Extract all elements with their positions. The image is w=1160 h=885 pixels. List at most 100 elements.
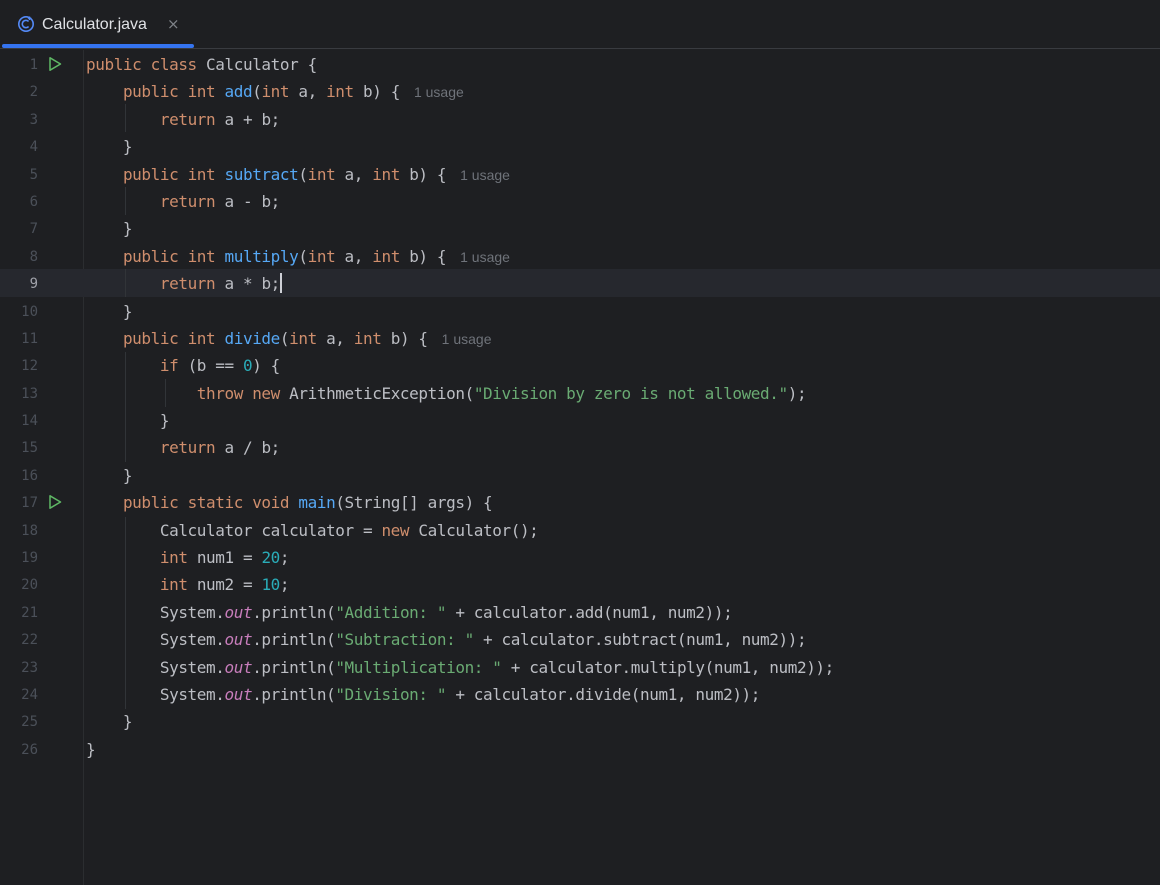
- code-line[interactable]: 9 return a * b;: [0, 270, 1160, 297]
- code-text[interactable]: public class Calculator {: [86, 54, 317, 76]
- text-caret: [279, 273, 282, 294]
- code-text[interactable]: System.out.println("Multiplication: " + …: [86, 657, 834, 679]
- token-num: 20: [261, 548, 280, 568]
- code-text[interactable]: int num2 = 10;: [86, 574, 290, 596]
- token: System.: [86, 657, 225, 677]
- code-text[interactable]: System.out.println("Subtraction: " + cal…: [86, 629, 807, 651]
- token: (: [298, 164, 308, 184]
- token-str: "Multiplication: ": [335, 657, 502, 677]
- token-num: 10: [261, 575, 280, 595]
- code-line[interactable]: 24 System.out.println("Division: " + cal…: [0, 681, 1160, 708]
- code-text[interactable]: return a + b;: [86, 109, 280, 131]
- token-num: 0: [242, 356, 253, 376]
- code-line[interactable]: 3 return a + b;: [0, 106, 1160, 133]
- token: num1 =: [196, 548, 262, 568]
- code-line[interactable]: 11 public int divide(int a, int b) {1 us…: [0, 325, 1160, 352]
- close-icon[interactable]: ×: [167, 14, 180, 34]
- code-text[interactable]: int num1 = 20;: [86, 547, 290, 569]
- usage-inlay-hint[interactable]: 1 usage: [442, 331, 492, 347]
- line-number: 11: [21, 330, 38, 347]
- token-stat: out: [224, 630, 253, 650]
- usage-inlay-hint[interactable]: 1 usage: [460, 249, 510, 265]
- code-text[interactable]: public int add(int a, int b) {1 usage: [86, 81, 464, 103]
- code-line[interactable]: 16 }: [0, 462, 1160, 489]
- line-number: 19: [21, 550, 38, 567]
- code-text[interactable]: return a - b;: [86, 191, 280, 213]
- code-line[interactable]: 8 public int multiply(int a, int b) {1 u…: [0, 243, 1160, 270]
- code-line[interactable]: 25 }: [0, 708, 1160, 735]
- code-text[interactable]: public int subtract(int a, int b) {1 usa…: [86, 164, 510, 186]
- code-line[interactable]: 26}: [0, 736, 1160, 763]
- token: }: [86, 411, 170, 431]
- code-line[interactable]: 18 Calculator calculator = new Calculato…: [0, 517, 1160, 544]
- token: .println(: [252, 602, 336, 622]
- usage-inlay-hint[interactable]: 1 usage: [460, 167, 510, 183]
- token-fn: subtract: [224, 164, 299, 184]
- code-line[interactable]: 17 public static void main(String[] args…: [0, 489, 1160, 516]
- token-str: "Division by zero is not allowed.": [473, 383, 788, 403]
- token: System.: [86, 684, 225, 704]
- token-kw: int: [307, 246, 345, 266]
- code-text[interactable]: }: [86, 410, 170, 432]
- code-text[interactable]: System.out.println("Addition: " + calcul…: [86, 602, 733, 624]
- token-kw: public int: [122, 164, 225, 184]
- code-text[interactable]: }: [86, 739, 96, 761]
- code-text[interactable]: if (b == 0) {: [86, 355, 280, 377]
- code-line[interactable]: 4 }: [0, 133, 1160, 160]
- code-line[interactable]: 19 int num1 = 20;: [0, 544, 1160, 571]
- code-text[interactable]: throw new ArithmeticException("Division …: [86, 383, 807, 405]
- code-text[interactable]: }: [86, 218, 133, 240]
- line-number: 20: [21, 577, 38, 594]
- token-str: "Subtraction: ": [335, 630, 474, 650]
- code-text[interactable]: return a * b;: [86, 273, 282, 295]
- code-line[interactable]: 1 public class Calculator {: [0, 51, 1160, 78]
- code-text[interactable]: public int divide(int a, int b) {1 usage: [86, 328, 492, 350]
- code-editor[interactable]: 1 public class Calculator {2 public int a…: [0, 50, 1160, 885]
- token-kw: public class: [86, 55, 207, 74]
- code-line[interactable]: 23 System.out.println("Multiplication: "…: [0, 654, 1160, 681]
- token: + calculator.divide(num1, num2));: [446, 684, 761, 704]
- code-line[interactable]: 20 int num2 = 10;: [0, 571, 1160, 598]
- token-kw: int: [353, 328, 391, 348]
- token: Calculator {: [206, 55, 317, 74]
- code-text[interactable]: System.out.println("Division: " + calcul…: [86, 684, 761, 706]
- code-line[interactable]: 15 return a / b;: [0, 434, 1160, 461]
- token: }: [86, 712, 133, 732]
- code-line[interactable]: 21 System.out.println("Addition: " + cal…: [0, 599, 1160, 626]
- code-line[interactable]: 22 System.out.println("Subtraction: " + …: [0, 626, 1160, 653]
- token: }: [86, 739, 96, 759]
- code-line[interactable]: 13 throw new ArithmeticException("Divisi…: [0, 380, 1160, 407]
- code-text[interactable]: }: [86, 301, 133, 323]
- token: + calculator.add(num1, num2));: [446, 602, 733, 622]
- code-text[interactable]: public static void main(String[] args) {: [86, 492, 493, 514]
- code-text[interactable]: return a / b;: [86, 437, 280, 459]
- code-line[interactable]: 10 }: [0, 298, 1160, 325]
- code-text[interactable]: public int multiply(int a, int b) {1 usa…: [86, 246, 510, 268]
- code-line[interactable]: 14 }: [0, 407, 1160, 434]
- usage-inlay-hint[interactable]: 1 usage: [414, 84, 464, 100]
- token: ) {: [252, 356, 280, 376]
- code-text[interactable]: }: [86, 465, 133, 487]
- token-fn: main: [298, 493, 336, 513]
- code-line[interactable]: 5 public int subtract(int a, int b) {1 u…: [0, 161, 1160, 188]
- code-text[interactable]: }: [86, 711, 133, 733]
- code-line[interactable]: 6 return a - b;: [0, 188, 1160, 215]
- run-gutter-icon[interactable]: [47, 56, 63, 72]
- token-kw: int: [372, 164, 410, 184]
- code-line[interactable]: 2 public int add(int a, int b) {1 usage: [0, 78, 1160, 105]
- token: b) {: [409, 246, 447, 266]
- code-line[interactable]: 12 if (b == 0) {: [0, 352, 1160, 379]
- code-text[interactable]: }: [86, 136, 133, 158]
- tab-calculator-java[interactable]: Calculator.java ×: [0, 0, 194, 49]
- token: (b ==: [187, 356, 243, 376]
- run-gutter-icon[interactable]: [47, 494, 63, 510]
- code-line[interactable]: 7 }: [0, 215, 1160, 242]
- code-text[interactable]: Calculator calculator = new Calculator()…: [86, 520, 539, 542]
- token: }: [86, 137, 133, 157]
- code-lines[interactable]: 1 public class Calculator {2 public int a…: [0, 51, 1160, 763]
- token-kw: new: [381, 520, 419, 540]
- line-number: 21: [21, 604, 38, 621]
- token-kw: public int: [122, 246, 225, 266]
